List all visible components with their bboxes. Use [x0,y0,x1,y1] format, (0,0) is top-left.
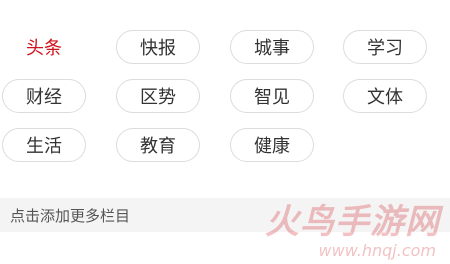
category-chip-wenti[interactable]: 文体 [343,79,427,113]
category-label: 生活 [26,136,62,157]
add-more-columns-bar[interactable]: 点击添加更多栏目 [0,198,450,232]
category-label: 快报 [140,38,176,59]
watermark-url: www.hnqj.com [318,241,436,260]
category-grid: 头条 快报 城事 学习 财经 区势 智见 文体 生活 教育 健康 [0,0,450,200]
category-chip-xuexi[interactable]: 学习 [343,30,427,64]
category-label: 财经 [26,87,62,108]
category-label: 头条 [26,38,62,59]
category-chip-zhijian[interactable]: 智见 [230,79,314,113]
category-label: 教育 [140,136,176,157]
category-label: 学习 [367,38,403,59]
add-more-columns-label: 点击添加更多栏目 [10,206,131,225]
category-chip-chengshi[interactable]: 城事 [230,30,314,64]
category-label: 智见 [254,87,290,108]
category-chip-caijing[interactable]: 财经 [2,79,86,113]
category-label: 区势 [140,87,176,108]
category-label: 文体 [367,87,403,108]
category-chip-jiaoyu[interactable]: 教育 [116,128,200,162]
category-chip-shenghuo[interactable]: 生活 [2,128,86,162]
category-chip-kuaibao[interactable]: 快报 [116,30,200,64]
category-chip-toutiao[interactable]: 头条 [2,30,86,64]
category-chip-jiankang[interactable]: 健康 [230,128,314,162]
category-chip-qushi[interactable]: 区势 [116,79,200,113]
category-label: 健康 [254,136,290,157]
category-label: 城事 [254,38,290,59]
